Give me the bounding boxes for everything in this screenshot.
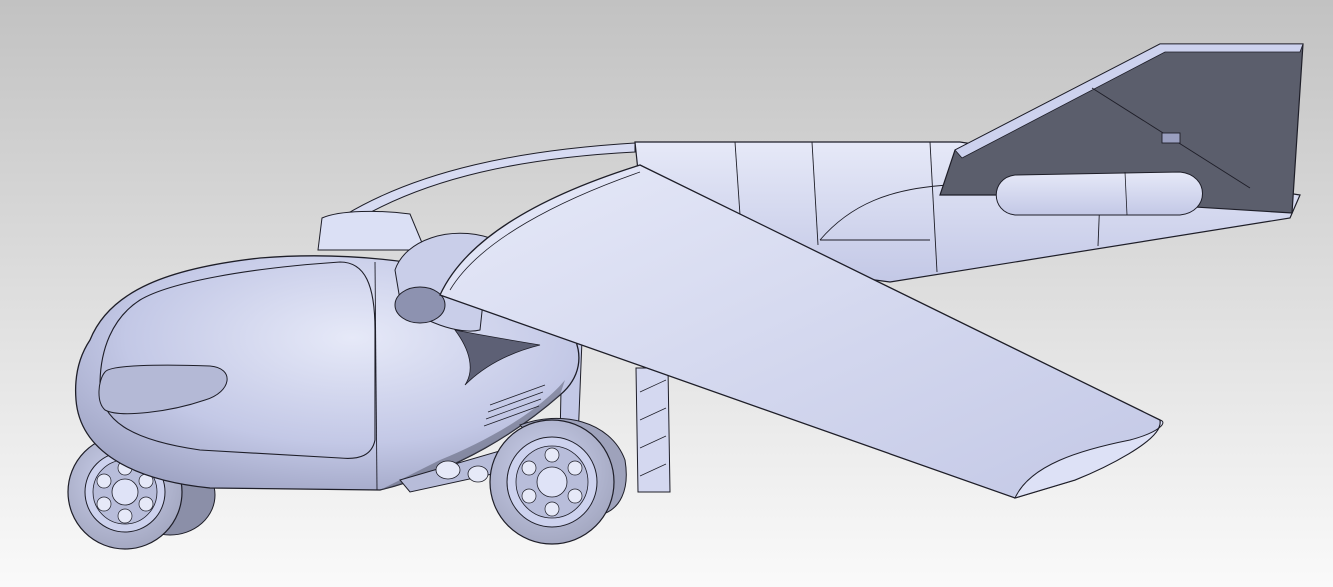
axle-hole-1 (435, 460, 461, 480)
cad-viewport[interactable] (0, 0, 1333, 587)
rear-strut (635, 367, 671, 493)
top-air-intake (317, 210, 426, 251)
cad-model-render[interactable] (0, 0, 1333, 587)
engine-outlet (394, 286, 446, 324)
axle-hole-2 (467, 465, 489, 483)
tail-pod (995, 171, 1203, 216)
